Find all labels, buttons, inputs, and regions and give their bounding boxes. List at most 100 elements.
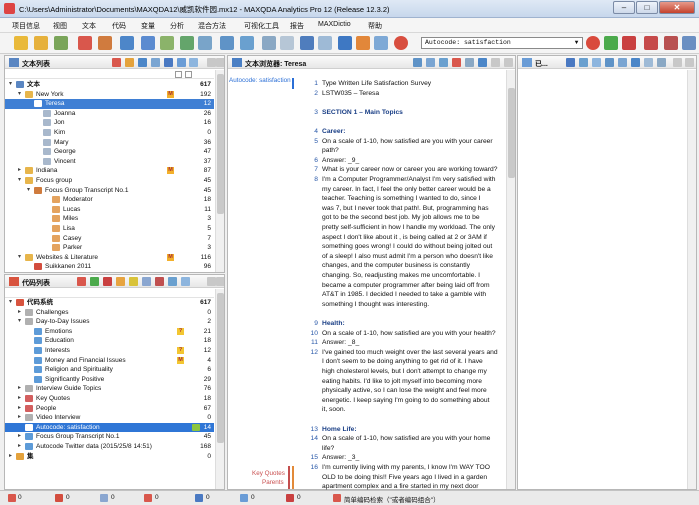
document-browser-scrollbar[interactable] xyxy=(506,70,515,489)
memo-manager-icon[interactable] xyxy=(262,36,276,50)
table-view-icon[interactable] xyxy=(579,58,588,67)
tree-row-code[interactable]: Significantly Positive 29 xyxy=(5,375,214,385)
tree-row-code[interactable]: ▸ Interview Guide Topics 76 xyxy=(5,384,214,394)
redo-icon[interactable] xyxy=(98,36,112,50)
codebook-icon[interactable] xyxy=(168,277,177,286)
scrollbar-thumb[interactable] xyxy=(508,88,515,178)
close-pane-icon[interactable] xyxy=(216,58,224,67)
code-set-icon[interactable] xyxy=(103,277,112,286)
tree-row-doc-group[interactable]: ▾ Websites & Literature M 116 xyxy=(5,253,214,263)
tree-row-code[interactable]: ▸ Key Quotes 18 xyxy=(5,394,214,404)
document-system-scrollbar[interactable] xyxy=(215,70,224,272)
new-code-icon[interactable] xyxy=(90,277,99,286)
excel-icon[interactable] xyxy=(644,58,653,67)
import-icon[interactable] xyxy=(138,58,147,67)
code-it-icon[interactable] xyxy=(586,36,600,50)
tree-row-document[interactable]: Suikkanen 2011 96 xyxy=(5,262,214,272)
favorites-icon[interactable] xyxy=(116,277,125,286)
doc-portrait-icon[interactable] xyxy=(300,36,314,50)
highlight-code-icon[interactable] xyxy=(622,36,636,50)
undo-icon[interactable] xyxy=(78,36,92,50)
open-project-icon[interactable] xyxy=(34,36,48,50)
web-icon[interactable] xyxy=(177,58,186,67)
code-relations-icon[interactable] xyxy=(198,36,212,50)
menu-help[interactable]: 帮助 xyxy=(368,21,382,31)
toggle-code-system-icon[interactable] xyxy=(338,36,352,50)
close-pane-icon[interactable] xyxy=(685,58,694,67)
tree-row-code[interactable]: Interests ? 12 xyxy=(5,346,214,356)
tree-row-doc-group[interactable]: ▸ Indiana M 87 xyxy=(5,166,214,176)
tree-row-code[interactable]: Religion and Spirituality 6 xyxy=(5,365,214,375)
color-filter-icon[interactable] xyxy=(142,277,151,286)
tree-row-document-selected[interactable]: Teresa 12 xyxy=(5,99,214,109)
code-matrix-icon[interactable] xyxy=(180,36,194,50)
memo-icon[interactable]: M xyxy=(167,253,174,261)
close-pane-icon[interactable] xyxy=(216,277,224,286)
tree-row-speaker[interactable]: Lisa 5 xyxy=(5,224,214,234)
search-icon[interactable] xyxy=(141,36,155,50)
tree-row-focus-group-doc[interactable]: ▾ Focus Group Transcript No.1 45 xyxy=(5,186,214,196)
menu-view[interactable]: 视图 xyxy=(53,21,67,31)
lexical-search-icon[interactable] xyxy=(160,36,174,50)
tree-row-set[interactable]: ▸ 集 0 xyxy=(5,452,214,462)
memo-icon[interactable]: M xyxy=(167,167,174,175)
code-stripe[interactable] xyxy=(288,466,290,489)
close-pane-icon[interactable] xyxy=(504,58,513,67)
tree-row-speaker[interactable]: Moderator 18 xyxy=(5,195,214,205)
scrollbar-thumb[interactable] xyxy=(217,74,224,214)
tree-row-document[interactable]: Mary 36 xyxy=(5,138,214,148)
memo-icon[interactable]: M xyxy=(177,356,184,364)
tree-row-speaker[interactable]: Casey 7 xyxy=(5,234,214,244)
code-stripe[interactable] xyxy=(292,78,294,89)
retrieval-mode-label[interactable]: 简单编码检索（"或者编码组合"） xyxy=(344,494,440,504)
code-system-scrollbar[interactable] xyxy=(215,289,224,489)
crosstab-icon[interactable] xyxy=(220,36,234,50)
menu-variables[interactable]: 变量 xyxy=(141,21,155,31)
menu-project-info[interactable]: 项目信息 xyxy=(12,21,40,31)
minimize-button[interactable]: – xyxy=(613,1,635,14)
chevron-down-icon[interactable]: ▼ xyxy=(572,39,581,47)
html-icon[interactable] xyxy=(631,58,640,67)
undock-icon[interactable] xyxy=(673,58,682,67)
search-icon[interactable] xyxy=(439,58,448,67)
print-icon[interactable] xyxy=(413,58,422,67)
smart-coding-icon[interactable] xyxy=(566,58,575,67)
tree-row-document[interactable]: Joanna 26 xyxy=(5,109,214,119)
tree-row-document[interactable]: Vincent 37 xyxy=(5,157,214,167)
memo-icon[interactable]: ? xyxy=(177,327,184,335)
tree-row-code[interactable]: Education 18 xyxy=(5,336,214,346)
toggle-doc-system-icon[interactable] xyxy=(318,36,332,50)
memo-icon[interactable]: ? xyxy=(177,347,184,354)
menu-documents[interactable]: 文本 xyxy=(82,21,96,31)
tree-row-code[interactable]: ▸ Video Interview 0 xyxy=(5,413,214,423)
tree-row-code[interactable]: ▸ Challenges 0 xyxy=(5,308,214,318)
tree-row-document[interactable]: George 47 xyxy=(5,147,214,157)
save-icon[interactable] xyxy=(54,36,68,50)
code-stripe[interactable] xyxy=(292,466,294,489)
tree-row-code[interactable]: Money and Financial Issues M 4 xyxy=(5,356,214,366)
menu-maxdictio[interactable]: MAXDictio xyxy=(318,21,351,28)
settings-icon[interactable] xyxy=(478,58,487,67)
tree-row-document[interactable]: Jon 16 xyxy=(5,118,214,128)
menu-mixed-methods[interactable]: 混合方法 xyxy=(198,21,226,31)
color-code-icon[interactable] xyxy=(664,36,678,50)
margin-key-quotes-label[interactable]: Key Quotes xyxy=(252,470,285,477)
new-doc-icon[interactable] xyxy=(125,58,134,67)
toggle-doc-browser-icon[interactable] xyxy=(356,36,370,50)
new-project-icon[interactable] xyxy=(14,36,28,50)
code-stripe-label[interactable]: Autocode: satisfaction xyxy=(229,77,291,84)
doc-set-icon[interactable] xyxy=(151,58,160,67)
tree-row-doc-group[interactable]: ▾ Focus group 45 xyxy=(5,176,214,186)
tree-row-code[interactable]: ▸ Autocode Twitter data (2015/25/8 14:51… xyxy=(5,442,214,452)
menu-codes[interactable]: 代码 xyxy=(112,21,126,31)
retrieved-scrollbar[interactable] xyxy=(687,70,696,489)
search-icon[interactable] xyxy=(189,58,198,67)
menu-analysis[interactable]: 分析 xyxy=(170,21,184,31)
code-icon[interactable] xyxy=(452,58,461,67)
search-icon[interactable] xyxy=(181,277,190,286)
print-icon[interactable] xyxy=(592,58,601,67)
maximize-button[interactable]: □ xyxy=(636,1,658,14)
tree-row-speaker[interactable]: Lucas 11 xyxy=(5,205,214,215)
undock-icon[interactable] xyxy=(491,58,500,67)
word-icon[interactable] xyxy=(657,58,666,67)
